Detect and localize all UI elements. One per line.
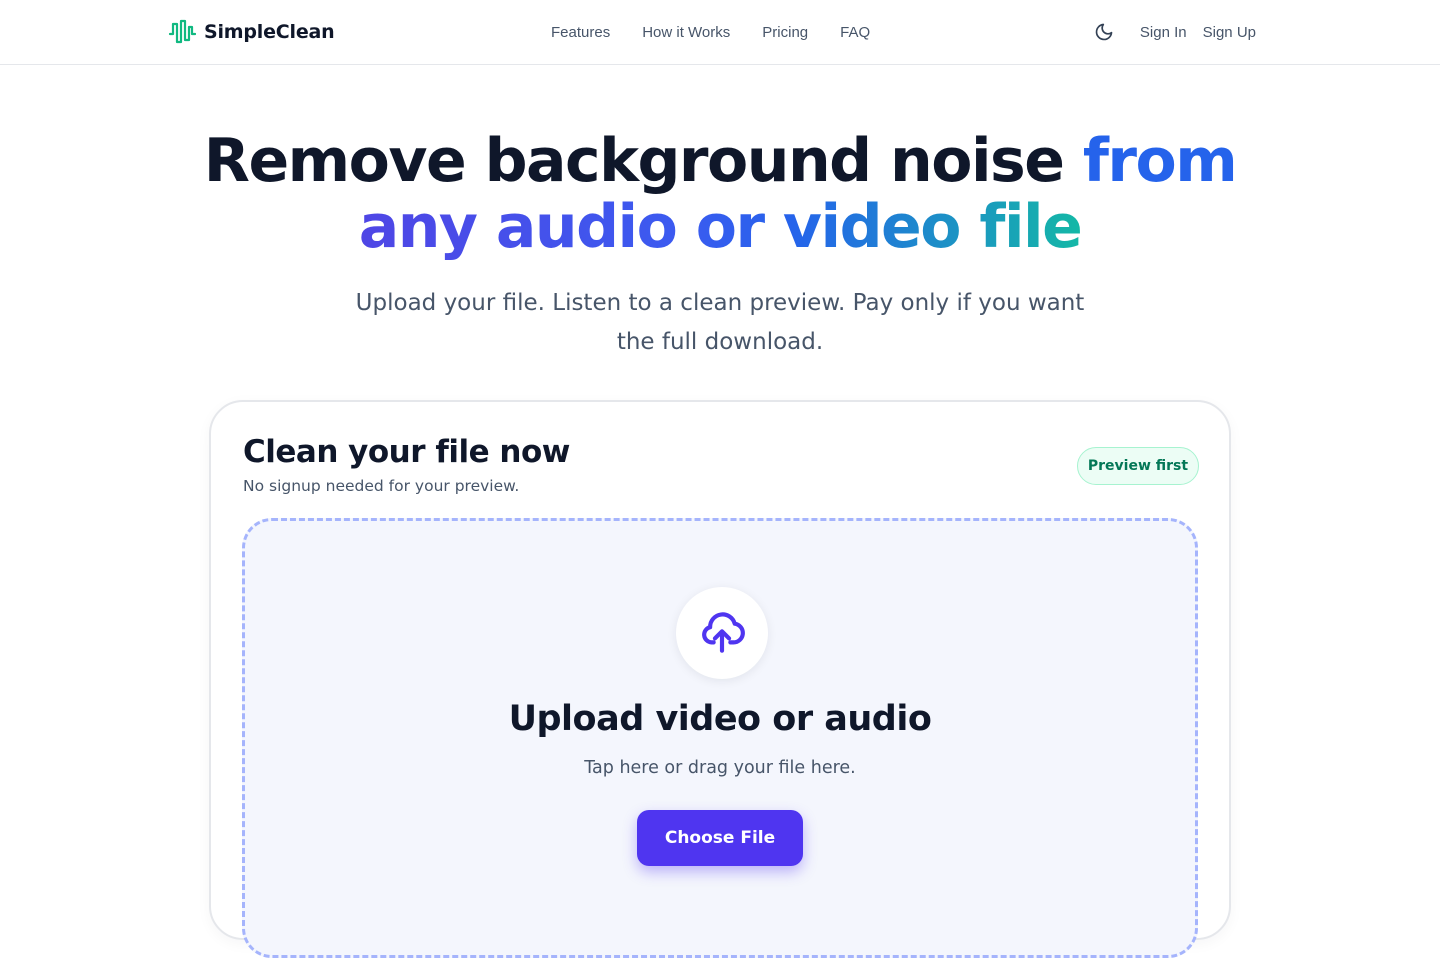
hero-title: Remove background noise from any audio o… (0, 128, 1440, 260)
hero-title-gradient: any audio or video file (358, 192, 1083, 262)
upload-icon-circle (676, 587, 768, 679)
card-title: Clean your file now (243, 434, 570, 470)
brand-logo-link[interactable]: SimpleClean (168, 16, 335, 48)
brand-name: SimpleClean (204, 21, 335, 43)
waveform-icon (168, 19, 196, 44)
site-header: SimpleClean Features How it Works Pricin… (0, 0, 1440, 65)
moon-icon (1095, 23, 1113, 41)
hero-title-accent: from (1082, 126, 1238, 196)
hero-subtitle: Upload your file. Listen to a clean prev… (355, 290, 1085, 355)
sign-up-link[interactable]: Sign Up (1203, 24, 1256, 41)
preview-first-badge: Preview first (1077, 447, 1199, 485)
theme-toggle-button[interactable] (1092, 20, 1116, 44)
card-subtitle: No signup needed for your preview. (243, 477, 520, 495)
cloud-upload-icon (702, 612, 745, 653)
sign-in-link[interactable]: Sign In (1140, 24, 1187, 41)
nav-link-pricing[interactable]: Pricing (762, 24, 808, 41)
header-actions: Sign In Sign Up (1092, 20, 1256, 44)
nav-link-faq[interactable]: FAQ (840, 24, 870, 41)
main-nav: Features How it Works Pricing FAQ (551, 20, 870, 44)
dropzone-title: Upload video or audio (508, 699, 932, 739)
choose-file-button[interactable]: Choose File (637, 810, 803, 866)
nav-link-how-it-works[interactable]: How it Works (642, 24, 730, 41)
nav-link-features[interactable]: Features (551, 24, 610, 41)
upload-card: Clean your file now No signup needed for… (209, 400, 1231, 958)
hero-title-main: Remove background noise (203, 126, 1065, 196)
file-dropzone[interactable]: Upload video or audio Tap here or drag y… (242, 518, 1198, 958)
dropzone-subtitle: Tap here or drag your file here. (584, 758, 856, 778)
